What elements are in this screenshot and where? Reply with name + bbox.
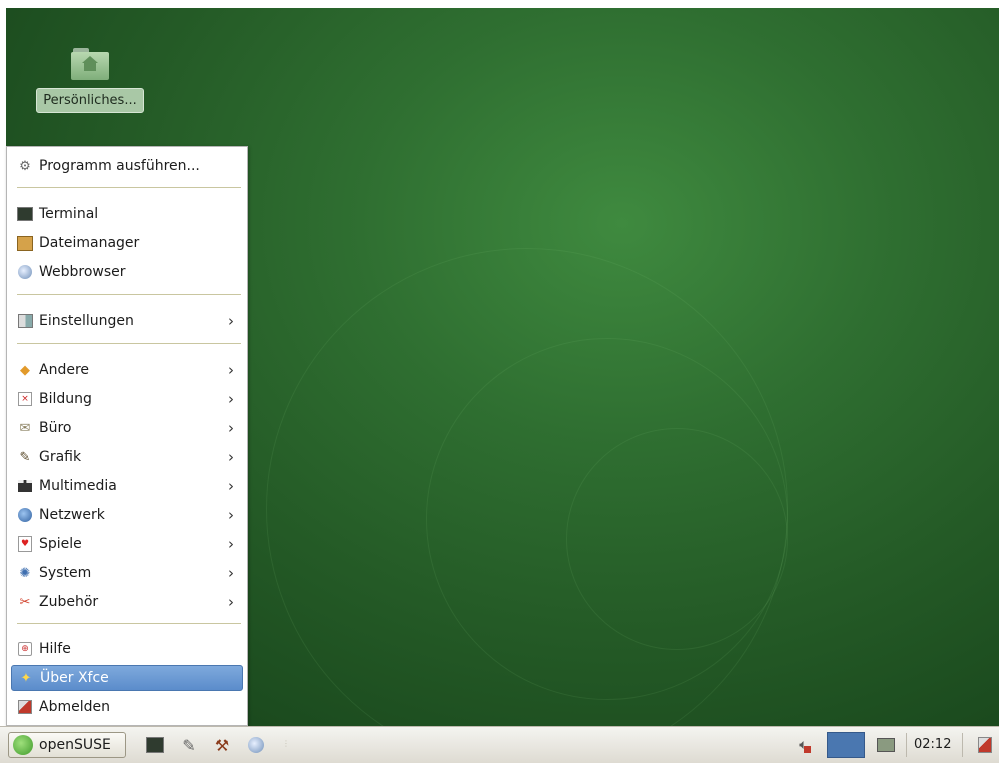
menu-separator [17, 294, 241, 295]
panel-grip[interactable]: ⋮ [282, 739, 290, 751]
menu-item-education[interactable]: × Bildung › [11, 386, 243, 412]
text-editor-launcher-icon[interactable]: ✎ [179, 735, 199, 755]
menu-item-terminal[interactable]: Terminal [11, 201, 243, 227]
workspace-switcher[interactable] [827, 732, 865, 758]
about-star-icon: ✦ [20, 670, 32, 686]
volume-muted-icon[interactable]: 🔈︎ [795, 735, 815, 755]
chevron-right-icon: › [228, 506, 234, 524]
help-icon: ⊕ [17, 641, 33, 657]
terminal-launcher-icon[interactable] [145, 735, 165, 755]
paint-launcher-icon[interactable]: ⚒ [212, 735, 232, 755]
menu-item-accessories[interactable]: ✂ Zubehör › [11, 589, 243, 615]
multimedia-icon [17, 478, 33, 494]
system-icon: ✺ [19, 565, 31, 581]
menu-item-graphics[interactable]: ✎ Grafik › [11, 444, 243, 470]
chevron-right-icon: › [228, 593, 234, 611]
run-program-icon: ⚙ [19, 158, 31, 174]
menu-item-web-browser[interactable]: Webbrowser [11, 259, 243, 285]
chevron-right-icon: › [228, 448, 234, 466]
games-icon: ♥ [17, 536, 33, 552]
menu-item-help[interactable]: ⊕ Hilfe [11, 636, 243, 662]
settings-icon [17, 313, 33, 329]
education-icon: × [17, 391, 33, 407]
web-browser-icon [17, 264, 33, 280]
menu-separator [17, 187, 241, 188]
chevron-right-icon: › [228, 419, 234, 437]
logout-action-icon[interactable] [975, 735, 995, 755]
show-desktop-icon[interactable] [876, 735, 896, 755]
menu-item-about-xfce[interactable]: ✦ Über Xfce [11, 665, 243, 691]
other-icon: ◆ [20, 362, 30, 378]
chevron-right-icon: › [228, 390, 234, 408]
chevron-right-icon: › [228, 477, 234, 495]
start-menu-label: openSUSE [39, 737, 111, 753]
start-menu-button[interactable]: openSUSE [8, 732, 126, 758]
file-manager-icon [17, 235, 33, 251]
wallpaper-swirl [566, 428, 788, 650]
applications-menu: ⚙ Programm ausführen... Terminal Dateima… [6, 146, 248, 726]
taskbar: openSUSE ✎ ⚒ ⋮ 🔈︎ 02:12 [0, 726, 999, 763]
logout-icon [17, 699, 33, 715]
clock[interactable]: 02:12 [914, 737, 951, 752]
menu-item-system[interactable]: ✺ System › [11, 560, 243, 586]
chevron-right-icon: › [228, 361, 234, 379]
menu-item-games[interactable]: ♥ Spiele › [11, 531, 243, 557]
chevron-right-icon: › [228, 312, 234, 330]
menu-separator [17, 343, 241, 344]
chevron-right-icon: › [228, 535, 234, 553]
home-folder-icon[interactable] [71, 48, 109, 82]
menu-item-file-manager[interactable]: Dateimanager [11, 230, 243, 256]
panel-separator [962, 733, 963, 757]
accessories-icon: ✂ [19, 594, 31, 610]
menu-item-other[interactable]: ◆ Andere › [11, 357, 243, 383]
terminal-icon [17, 206, 33, 222]
menu-item-office[interactable]: ✉ Büro › [11, 415, 243, 441]
menu-separator [17, 623, 241, 624]
menu-item-run-program[interactable]: ⚙ Programm ausführen... [11, 153, 243, 179]
menu-item-multimedia[interactable]: Multimedia › [11, 473, 243, 499]
panel-separator [906, 733, 907, 757]
graphics-icon: ✎ [19, 449, 31, 465]
menu-item-network[interactable]: Netzwerk › [11, 502, 243, 528]
desktop-icon-label: Persönliches... [36, 88, 144, 113]
chevron-right-icon: › [228, 564, 234, 582]
network-icon [17, 507, 33, 523]
opensuse-logo-icon [13, 735, 33, 755]
desktop-icon-home[interactable]: Persönliches... [30, 48, 150, 113]
menu-item-settings[interactable]: Einstellungen › [11, 308, 243, 334]
office-icon: ✉ [19, 420, 31, 436]
menu-item-logout[interactable]: Abmelden [11, 694, 243, 720]
browser-launcher-icon[interactable] [246, 735, 266, 755]
